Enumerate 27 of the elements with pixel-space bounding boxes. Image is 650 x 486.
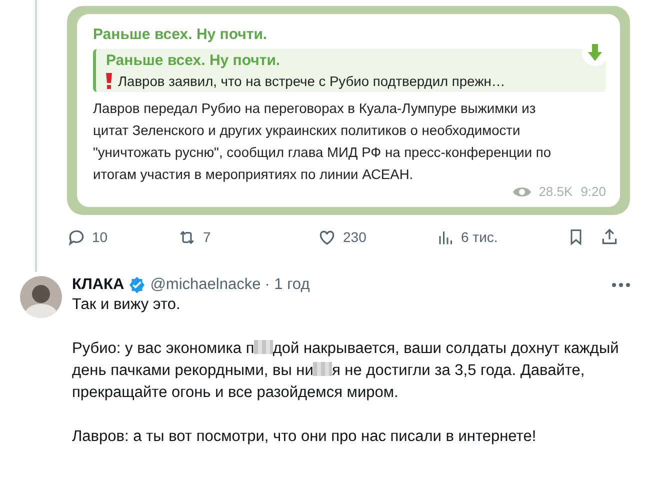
channel-title: Раньше всех. Ну почти.: [93, 26, 268, 43]
down-arrow-icon: [587, 44, 603, 62]
quote-title: Раньше всех. Ну почти.: [106, 52, 280, 69]
quote-text: Лавров заявил, что на встрече с Рубио подтвердил прежн…: [118, 74, 506, 88]
reply-paragraph: Так и вижу это.: [72, 295, 182, 315]
avatar[interactable]: [20, 276, 62, 318]
reply-paragraph: Рубио: у вас экономика п дой накрывается, ваши солдаты дохнут каждый день пачками рекордными, вы ни я не достигли за 3,5 года. Давайте, прекращайте огонь и все разойдемся миром.: [72, 339, 620, 403]
heart-icon: [317, 228, 337, 246]
reply-icon: [67, 228, 86, 246]
views-button[interactable]: 6 тис.: [437, 228, 498, 246]
author-name[interactable]: КЛАКА: [72, 276, 124, 294]
message-time: 9:20: [580, 184, 606, 199]
exclamation-icon: [106, 73, 112, 89]
message-text: Лавров передал Рубио на переговорах в Куала-Лумпуре выжимки из цитат Зеленского и других украинских политиков о необходимости "уничтожать русню", сообщил глава МИД РФ на пресс-конференции по итогам участия в мероприятиях по линии АСЕАН.: [93, 100, 552, 184]
share-icon: [600, 227, 619, 247]
person-silhouette-icon: [24, 282, 58, 318]
repost-button[interactable]: 7: [177, 228, 211, 246]
reply-paragraph: Лавров: а ты вот посмотри, что они про нас писали в интернете!: [72, 427, 538, 447]
share-button[interactable]: [600, 227, 619, 247]
like-button[interactable]: 230: [317, 228, 366, 246]
quoted-message[interactable]: Раньше всех. Ну почти. Лавров заявил, что на встрече с Рубио подтвердил прежн…: [93, 49, 606, 92]
view-count: 28.5K: [538, 184, 573, 199]
post-time: · 1 год: [264, 276, 310, 294]
eye-icon: [512, 186, 531, 198]
reply-button[interactable]: 10: [67, 228, 108, 246]
author-handle[interactable]: @michaelnacke: [150, 276, 261, 294]
more-icon[interactable]: [612, 283, 630, 287]
